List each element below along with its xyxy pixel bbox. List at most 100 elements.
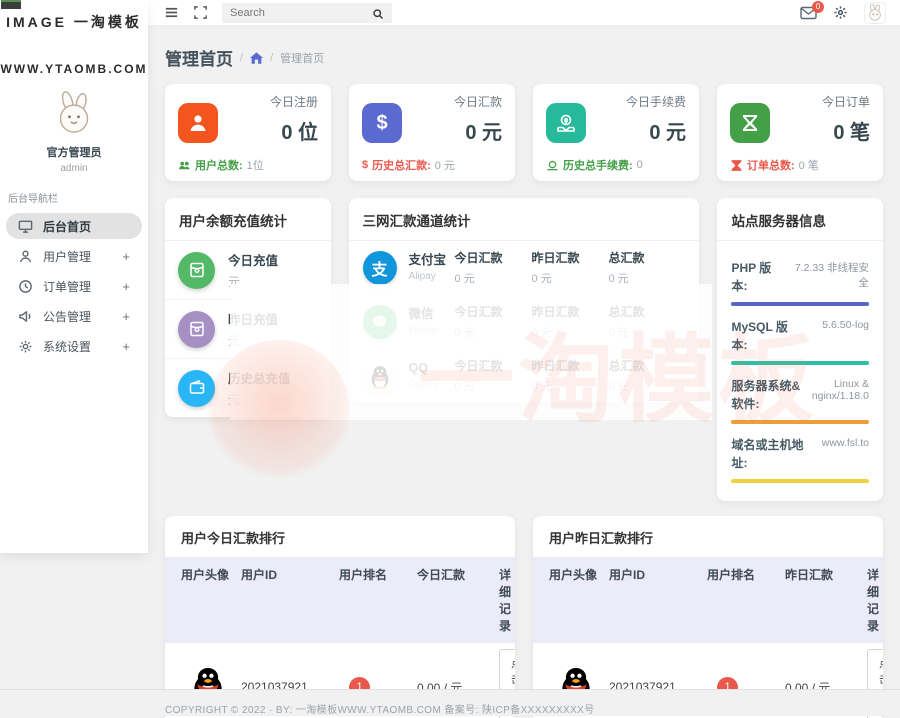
channel-name: QQ (409, 361, 455, 377)
copyright-text: COPYRIGHT © 2022 · BY: 一淘模板WWW.YTAOMB.CO… (165, 705, 595, 716)
home-icon[interactable] (250, 52, 263, 64)
stat-cards-row: 今日注册 0 位 用户总数: 1位 $ (165, 84, 883, 181)
col-value: 0 元 (455, 378, 532, 394)
column-header: 用户头像 (165, 566, 237, 634)
stat-label: 今日订单 (822, 93, 870, 110)
stat-value: 0 位 (270, 116, 318, 145)
panel-title: 站点服务器信息 (717, 198, 883, 241)
sidebar-item-users[interactable]: 用户管理 + (6, 243, 142, 269)
speaker-icon (18, 309, 33, 324)
qq-penguin-icon (363, 359, 397, 393)
stat-value: 0 元 (454, 116, 502, 145)
recharge-label: 历史总充值 (228, 368, 291, 387)
settings-gear-icon[interactable] (833, 5, 848, 20)
hamburger-menu-icon[interactable] (164, 5, 179, 20)
stat-foot-label: 用户总数: (195, 157, 243, 173)
brand-logo: IMAGE 一淘模板 (0, 12, 148, 32)
sidebar-item-label: 订单管理 (43, 278, 91, 295)
column-header: 用户ID (237, 566, 335, 634)
progress-bar (731, 302, 869, 306)
col-value: 0 元 (609, 324, 686, 340)
server-label: PHP 版本: (731, 259, 786, 295)
sidebar-item-announcements[interactable]: 公告管理 + (6, 303, 142, 329)
column-header: 用户头像 (533, 566, 605, 634)
stat-card-remittance: $ 今日汇款 0 元 $ 历史总汇款: 0 元 (349, 84, 515, 181)
stat-value: 0 元 (626, 116, 686, 145)
col-value: 0 元 (609, 270, 686, 286)
server-info-row: 域名或主机地址: www.fsl.to (731, 436, 869, 483)
user-role: admin (0, 163, 148, 174)
panels-row: 用户余额充值统计 今日充值 元 昨日充值 元 (165, 198, 883, 501)
panel-title: 用户余额充值统计 (165, 198, 331, 241)
yesterday-ranking-table: 用户昨日汇款排行 用户头像 用户ID 用户排名 昨日汇款 详细记录 202103… (533, 516, 883, 718)
col-header: 昨日汇款 (532, 303, 609, 320)
breadcrumb-sep: / (240, 52, 243, 64)
hourglass-icon (730, 159, 743, 172)
nav-section-label: 后台导航栏 (8, 190, 148, 205)
panel-title: 三网汇款通道统计 (349, 198, 700, 241)
server-value: 5.6.50-log (822, 319, 869, 331)
wallet-icon (178, 370, 215, 407)
clock-icon (18, 279, 33, 294)
stat-label: 今日注册 (270, 93, 318, 110)
stat-foot-value: 0 笔 (799, 157, 819, 173)
table-header-row: 用户头像 用户ID 用户排名 昨日汇款 详细记录 (533, 557, 883, 643)
col-header: 今日汇款 (455, 249, 532, 266)
mail-icon[interactable]: 0 (800, 6, 817, 20)
server-value: 7.2.33 非线程安全 (786, 260, 869, 290)
recharge-stats-panel: 用户余额充值统计 今日充值 元 昨日充值 元 (165, 198, 331, 417)
column-header: 用户ID (605, 566, 703, 634)
table-title: 用户昨日汇款排行 (533, 516, 883, 557)
sidebar-item-label: 用户管理 (43, 248, 91, 265)
col-header: 总汇款 (609, 249, 686, 266)
sidebar-item-settings[interactable]: 系统设置 + (6, 333, 142, 359)
search-box (222, 3, 392, 23)
col-header: 昨日汇款 (532, 249, 609, 266)
recharge-label: 今日充值 (228, 250, 278, 269)
server-info-panel: 站点服务器信息 PHP 版本: 7.2.33 非线程安全 MySQL 版本: 5… (717, 198, 883, 501)
breadcrumb-current[interactable]: 管理首页 (280, 50, 324, 66)
stat-label: 今日汇款 (454, 93, 502, 110)
server-label: MySQL 版本: (731, 318, 803, 354)
stat-foot-label: 历史总手续费: (563, 157, 633, 173)
expand-plus-icon[interactable]: + (122, 309, 130, 324)
stat-foot-value: 0 元 (435, 157, 455, 173)
sidebar-item-home[interactable]: 后台首页 (6, 213, 142, 239)
col-value: 0 元 (532, 324, 609, 340)
search-input[interactable] (230, 7, 360, 19)
user-name: 官方管理员 (0, 144, 148, 160)
column-header: 用户排名 (703, 566, 781, 634)
column-header: 昨日汇款 (781, 566, 863, 634)
alipay-icon: 支 (363, 251, 397, 285)
col-header: 总汇款 (609, 357, 686, 374)
dollar-icon: $ (362, 103, 402, 143)
column-header: 详细记录 (863, 566, 883, 634)
stat-foot-value: 1位 (247, 157, 264, 173)
fullscreen-icon[interactable] (193, 5, 208, 20)
stat-label: 今日手续费 (626, 93, 686, 110)
sidebar-item-label: 系统设置 (43, 338, 91, 355)
channel-row-qq: QQ Qqpay 今日汇款0 元 昨日汇款0 元 总汇款0 元 (349, 349, 700, 402)
expand-plus-icon[interactable]: + (122, 339, 130, 354)
expand-plus-icon[interactable]: + (122, 279, 130, 294)
dollar-glyph: $ (376, 113, 387, 133)
sidebar-item-orders[interactable]: 订单管理 + (6, 273, 142, 299)
channels-stats-panel: 三网汇款通道统计 支 支付宝 Alipay 今日汇款0 元 昨日汇款0 元 总汇… (349, 198, 700, 402)
progress-bar (731, 361, 869, 365)
list-item: 今日充值 元 (165, 241, 331, 300)
footer: COPYRIGHT © 2022 · BY: 一淘模板WWW.YTAOMB.CO… (0, 689, 900, 716)
main-content: 管理首页 / / 管理首页 今日注册 0 位 (148, 0, 900, 718)
channel-sub: Qqpay (409, 379, 455, 390)
expand-plus-icon[interactable]: + (122, 249, 130, 264)
column-header: 用户排名 (335, 566, 413, 634)
stat-card-fees: 今日手续费 0 元 历史总手续费: 0 (533, 84, 699, 181)
topbar-avatar[interactable] (864, 2, 886, 24)
admin-dashboard: IMAGE 一淘模板 WWW.YTAOMB.COM 官方管理员 admin 后台… (0, 0, 900, 718)
today-ranking-table: 用户今日汇款排行 用户头像 用户ID 用户排名 今日汇款 详细记录 202103… (165, 516, 515, 718)
hourglass-icon (730, 103, 770, 143)
search-icon[interactable] (372, 7, 384, 19)
progress-bar (731, 420, 869, 424)
channel-sub: Alipay (409, 271, 455, 282)
server-info-row: 服务器系统&软件: Linux & nginx/1.18.0 (731, 377, 869, 424)
table-title: 用户今日汇款排行 (165, 516, 515, 557)
